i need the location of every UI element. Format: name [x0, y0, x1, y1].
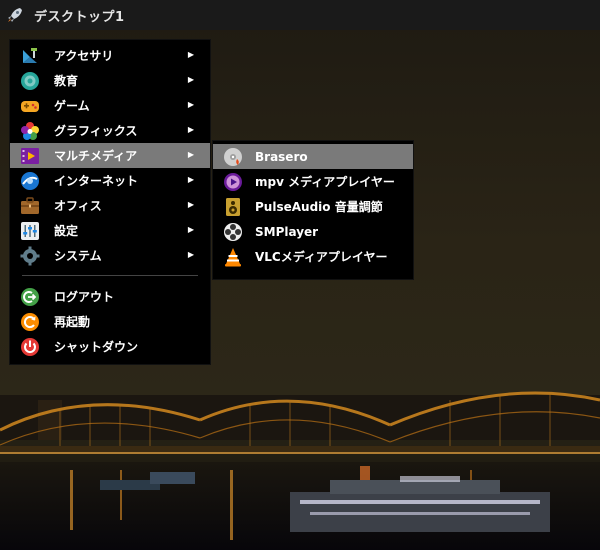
- menu-item-multimedia[interactable]: マルチメディア ▶: [10, 143, 210, 168]
- shutdown-icon: [21, 337, 39, 356]
- multimedia-icon: [21, 147, 39, 164]
- submenu-item-brasero[interactable]: Brasero: [213, 144, 413, 169]
- desktop-title: デスクトップ1: [34, 9, 125, 25]
- menu-item-label: ログアウト: [54, 290, 115, 304]
- vlc-icon: [225, 247, 241, 266]
- menu-item-accessories[interactable]: アクセサリ ▶: [10, 43, 210, 68]
- menu-item-label: マルチメディア: [54, 149, 138, 163]
- menu-item-label: ゲーム: [54, 99, 90, 113]
- menu-item-games[interactable]: ゲーム ▶: [10, 93, 210, 118]
- menu-item-graphics[interactable]: グラフィックス ▶: [10, 118, 210, 143]
- education-icon: [21, 71, 39, 90]
- submenu-arrow-icon: ▶: [187, 225, 194, 234]
- menu-item-label: インターネット: [54, 174, 139, 188]
- submenu-arrow-icon: ▶: [187, 125, 194, 134]
- submenu-item-label: Brasero: [255, 149, 308, 164]
- submenu-arrow-icon: ▶: [187, 175, 194, 184]
- system-icon: [20, 246, 40, 265]
- application-menu: アクセサリ ▶ 教育 ▶ ゲーム ▶ グラフィックス ▶ マルチメディア ▶ イ…: [10, 40, 210, 364]
- menu-separator: [22, 275, 198, 276]
- restart-icon: [21, 312, 39, 331]
- submenu-arrow-icon: ▶: [187, 150, 194, 159]
- graphics-icon: [21, 121, 39, 140]
- submenu-item-label: SMPlayer: [255, 224, 319, 239]
- submenu-item-label: VLCメディアプレイヤー: [255, 250, 388, 264]
- gamepad-icon: [21, 100, 39, 112]
- menu-item-office[interactable]: オフィス ▶: [10, 193, 210, 218]
- logout-icon: [21, 287, 39, 306]
- menu-item-system[interactable]: システム ▶: [10, 243, 210, 268]
- menu-item-label: オフィス: [54, 199, 102, 213]
- brasero-icon: [224, 147, 242, 166]
- menu-item-label: 設定: [54, 224, 79, 238]
- submenu-item-pulseaudio[interactable]: PulseAudio 音量調節: [213, 194, 413, 219]
- menu-item-label: 教育: [54, 74, 79, 88]
- settings-icon: [21, 221, 39, 240]
- menu-item-label: グラフィックス: [54, 124, 138, 138]
- submenu-item-label: mpv メディアプレイヤー: [255, 175, 395, 189]
- submenu-item-vlc[interactable]: VLCメディアプレイヤー: [213, 244, 413, 269]
- submenu-arrow-icon: ▶: [187, 250, 194, 259]
- menu-item-logout[interactable]: ログアウト: [10, 284, 210, 309]
- menu-item-restart[interactable]: 再起動: [10, 309, 210, 334]
- office-icon: [21, 196, 39, 214]
- mpv-icon: [224, 172, 242, 191]
- speaker-icon: [226, 197, 240, 216]
- menu-item-label: 再起動: [54, 315, 91, 329]
- submenu-item-mpv[interactable]: mpv メディアプレイヤー: [213, 169, 413, 194]
- submenu-item-smplayer[interactable]: SMPlayer: [213, 219, 413, 244]
- menu-item-label: アクセサリ: [54, 49, 114, 63]
- menu-item-label: シャットダウン: [54, 340, 139, 354]
- internet-icon: [21, 171, 39, 190]
- top-panel: デスクトップ1: [0, 0, 600, 30]
- submenu-arrow-icon: ▶: [187, 200, 194, 209]
- smplayer-icon: [224, 222, 242, 241]
- menu-item-internet[interactable]: インターネット ▶: [10, 168, 210, 193]
- accessories-icon: [23, 47, 37, 63]
- submenu-item-label: PulseAudio 音量調節: [255, 200, 383, 214]
- submenu-arrow-icon: ▶: [187, 50, 194, 59]
- menu-item-education[interactable]: 教育 ▶: [10, 68, 210, 93]
- menu-item-label: システム: [54, 249, 102, 263]
- menu-item-settings[interactable]: 設定 ▶: [10, 218, 210, 243]
- rocket-icon[interactable]: [6, 6, 24, 24]
- menu-item-shutdown[interactable]: シャットダウン: [10, 334, 210, 359]
- submenu-arrow-icon: ▶: [187, 75, 194, 84]
- submenu-arrow-icon: ▶: [187, 100, 194, 109]
- multimedia-submenu: Brasero mpv メディアプレイヤー PulseAudio 音量調節 SM…: [213, 141, 413, 279]
